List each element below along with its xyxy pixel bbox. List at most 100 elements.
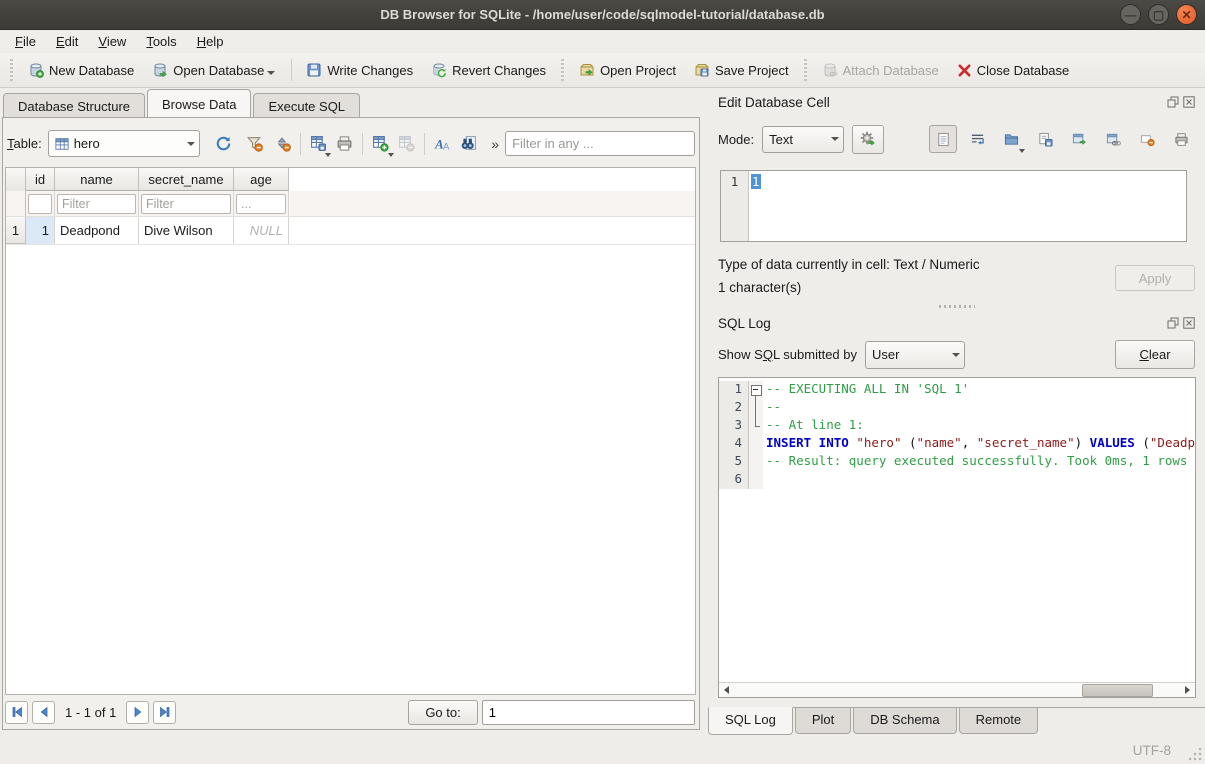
dock-tab-plot[interactable]: Plot [795,708,851,734]
splitter-handle-dots [939,305,975,308]
row-header[interactable]: 1 [6,217,26,244]
tab-database-structure[interactable]: Database Structure [3,93,145,117]
mode-combobox[interactable]: Text [762,126,844,153]
menu-edit[interactable]: Edit [47,32,87,51]
scroll-left-arrow-icon[interactable] [719,683,734,697]
tab-browse-data[interactable]: Browse Data [147,89,251,117]
scrollbar-handle[interactable] [1082,684,1153,697]
import-settings-button[interactable] [852,125,884,154]
corner-header[interactable] [6,168,26,191]
export-file-button[interactable] [1031,125,1059,153]
next-record-button[interactable] [126,701,149,724]
goto-input[interactable] [482,700,695,725]
write-changes-button[interactable]: Write Changes [297,58,422,82]
goto-button[interactable]: Go to: [408,700,477,725]
filter-cell [55,191,139,216]
find-in-table-button[interactable] [456,131,482,157]
table-combobox[interactable]: hero [48,130,201,157]
cell-secret-name[interactable]: Dive Wilson [139,217,234,244]
cell-name[interactable]: Deadpond [55,217,139,244]
save-as-icon [1038,132,1053,147]
save-table-button[interactable] [306,131,332,157]
toolbar-overflow-button[interactable]: » [491,136,499,152]
column-header-age[interactable]: age [234,168,289,191]
filter-input-id[interactable] [28,194,52,214]
dock-splitter[interactable] [708,302,1205,310]
code-token: "Deadpond [1150,435,1196,450]
open-project-button[interactable]: Open Project [570,58,685,82]
previous-record-button[interactable] [32,701,55,724]
clear-filters-button[interactable] [242,131,268,157]
main-toolbar: New Database Open Database Write Changes… [0,53,1205,88]
sql-log-editor[interactable]: 1-- EXECUTING ALL IN 'SQL 1'2--3-- At li… [718,377,1196,698]
encoding-label[interactable]: UTF-8 [1133,743,1171,758]
refresh-button[interactable] [210,131,236,157]
filter-any-column-input[interactable] [505,131,695,156]
close-database-button[interactable]: Close Database [948,59,1079,82]
resize-grip[interactable] [1189,748,1202,761]
line-number: 6 [719,471,749,489]
toolbar-grip[interactable] [802,59,809,81]
insert-record-button[interactable] [368,131,394,157]
link-data-button[interactable] [1099,125,1127,153]
float-dock-icon[interactable] [1167,96,1179,108]
dock-tab-sql-log[interactable]: SQL Log [708,707,793,735]
menu-file[interactable]: File [6,32,45,51]
titlebar[interactable]: DB Browser for SQLite - /home/user/code/… [0,0,1205,30]
code-text [763,471,766,489]
link-icon [1106,132,1121,147]
column-header-secret-name[interactable]: secret_name [139,168,234,191]
menu-tools[interactable]: Tools [137,32,185,51]
close-dock-icon[interactable] [1183,317,1195,329]
word-wrap-button[interactable] [963,125,991,153]
label-text: ools [153,34,177,49]
scroll-right-arrow-icon[interactable] [1180,683,1195,697]
cell-id[interactable]: 1 [26,217,55,244]
new-database-button[interactable]: New Database [19,58,143,82]
code-text: -- Result: query executed successfully. … [763,453,1196,471]
set-null-button[interactable] [1133,125,1161,153]
delete-record-icon [398,135,415,152]
column-header-name[interactable]: name [55,168,139,191]
dock-tab-db-schema[interactable]: DB Schema [853,708,956,734]
filter-input-name[interactable] [57,194,136,214]
save-project-icon [694,62,710,78]
revert-changes-icon [431,62,447,78]
print-cell-button[interactable] [1167,125,1195,153]
button-label: Open Project [600,63,676,78]
filter-input-age[interactable] [236,194,286,214]
cell-editor[interactable]: 1 1 [720,170,1187,242]
import-file-button[interactable] [997,125,1025,153]
save-project-button[interactable]: Save Project [685,58,798,82]
revert-changes-button[interactable]: Revert Changes [422,58,555,82]
horizontal-scrollbar[interactable] [719,682,1195,697]
clear-sorting-button[interactable] [269,131,295,157]
print-table-button[interactable] [331,131,357,157]
maximize-button[interactable]: ▢ [1148,4,1169,25]
open-database-button[interactable]: Open Database [143,58,286,82]
toolbar-grip[interactable] [559,59,566,81]
last-record-button[interactable] [153,701,176,724]
menu-view[interactable]: View [89,32,135,51]
clear-log-button[interactable]: Clear [1115,340,1195,369]
dock-tab-remote[interactable]: Remote [959,708,1039,734]
first-record-button[interactable] [5,701,28,724]
text-mode-button[interactable] [929,125,957,153]
toolbar-grip[interactable] [8,59,15,81]
cell-editor-content[interactable]: 1 [749,171,763,241]
float-dock-icon[interactable] [1167,317,1179,329]
menubar: File Edit View Tools Help [0,30,1205,53]
close-button[interactable]: ✕ [1176,4,1197,25]
menu-help[interactable]: Help [188,32,233,51]
scrollbar-track[interactable] [734,684,1180,697]
filter-input-secret-name[interactable] [141,194,231,214]
minimize-button[interactable]: — [1120,4,1141,25]
column-header-id[interactable]: id [26,168,55,191]
submitted-by-combobox[interactable]: User [865,341,965,369]
fold-collapse-icon[interactable] [749,381,763,399]
font-settings-button[interactable]: AA [430,131,456,157]
open-in-window-button[interactable] [1065,125,1093,153]
cell-age[interactable]: NULL [234,217,289,244]
close-dock-icon[interactable] [1183,96,1195,108]
tab-execute-sql[interactable]: Execute SQL [253,93,360,117]
